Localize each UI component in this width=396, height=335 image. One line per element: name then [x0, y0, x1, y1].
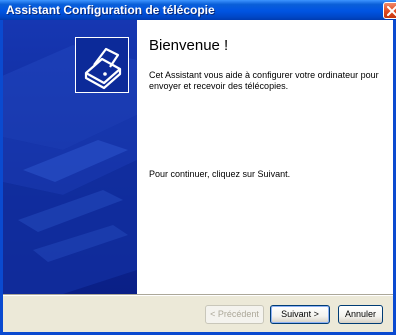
previous-button[interactable]: < Précédent	[205, 305, 264, 324]
footer-separator	[3, 294, 393, 296]
title-bar[interactable]: Assistant Configuration de télécopie	[0, 0, 396, 20]
close-icon	[387, 6, 396, 16]
window-title: Assistant Configuration de télécopie	[6, 3, 215, 17]
intro-text: Cet Assistant vous aide à configurer vot…	[149, 70, 379, 91]
fax-machine-watermark	[3, 20, 137, 294]
wizard-content: Bienvenue ! Cet Assistant vous aide à co…	[137, 20, 393, 294]
cancel-button[interactable]: Annuler	[338, 305, 383, 324]
wizard-side-panel	[3, 20, 137, 294]
next-button[interactable]: Suivant >	[270, 305, 330, 324]
fax-wizard-window: Assistant Configuration de télécopie Bie…	[0, 0, 396, 335]
page-title: Bienvenue !	[149, 37, 229, 54]
continue-instruction: Pour continuer, cliquez sur Suivant.	[149, 169, 291, 179]
close-button[interactable]	[383, 2, 396, 19]
